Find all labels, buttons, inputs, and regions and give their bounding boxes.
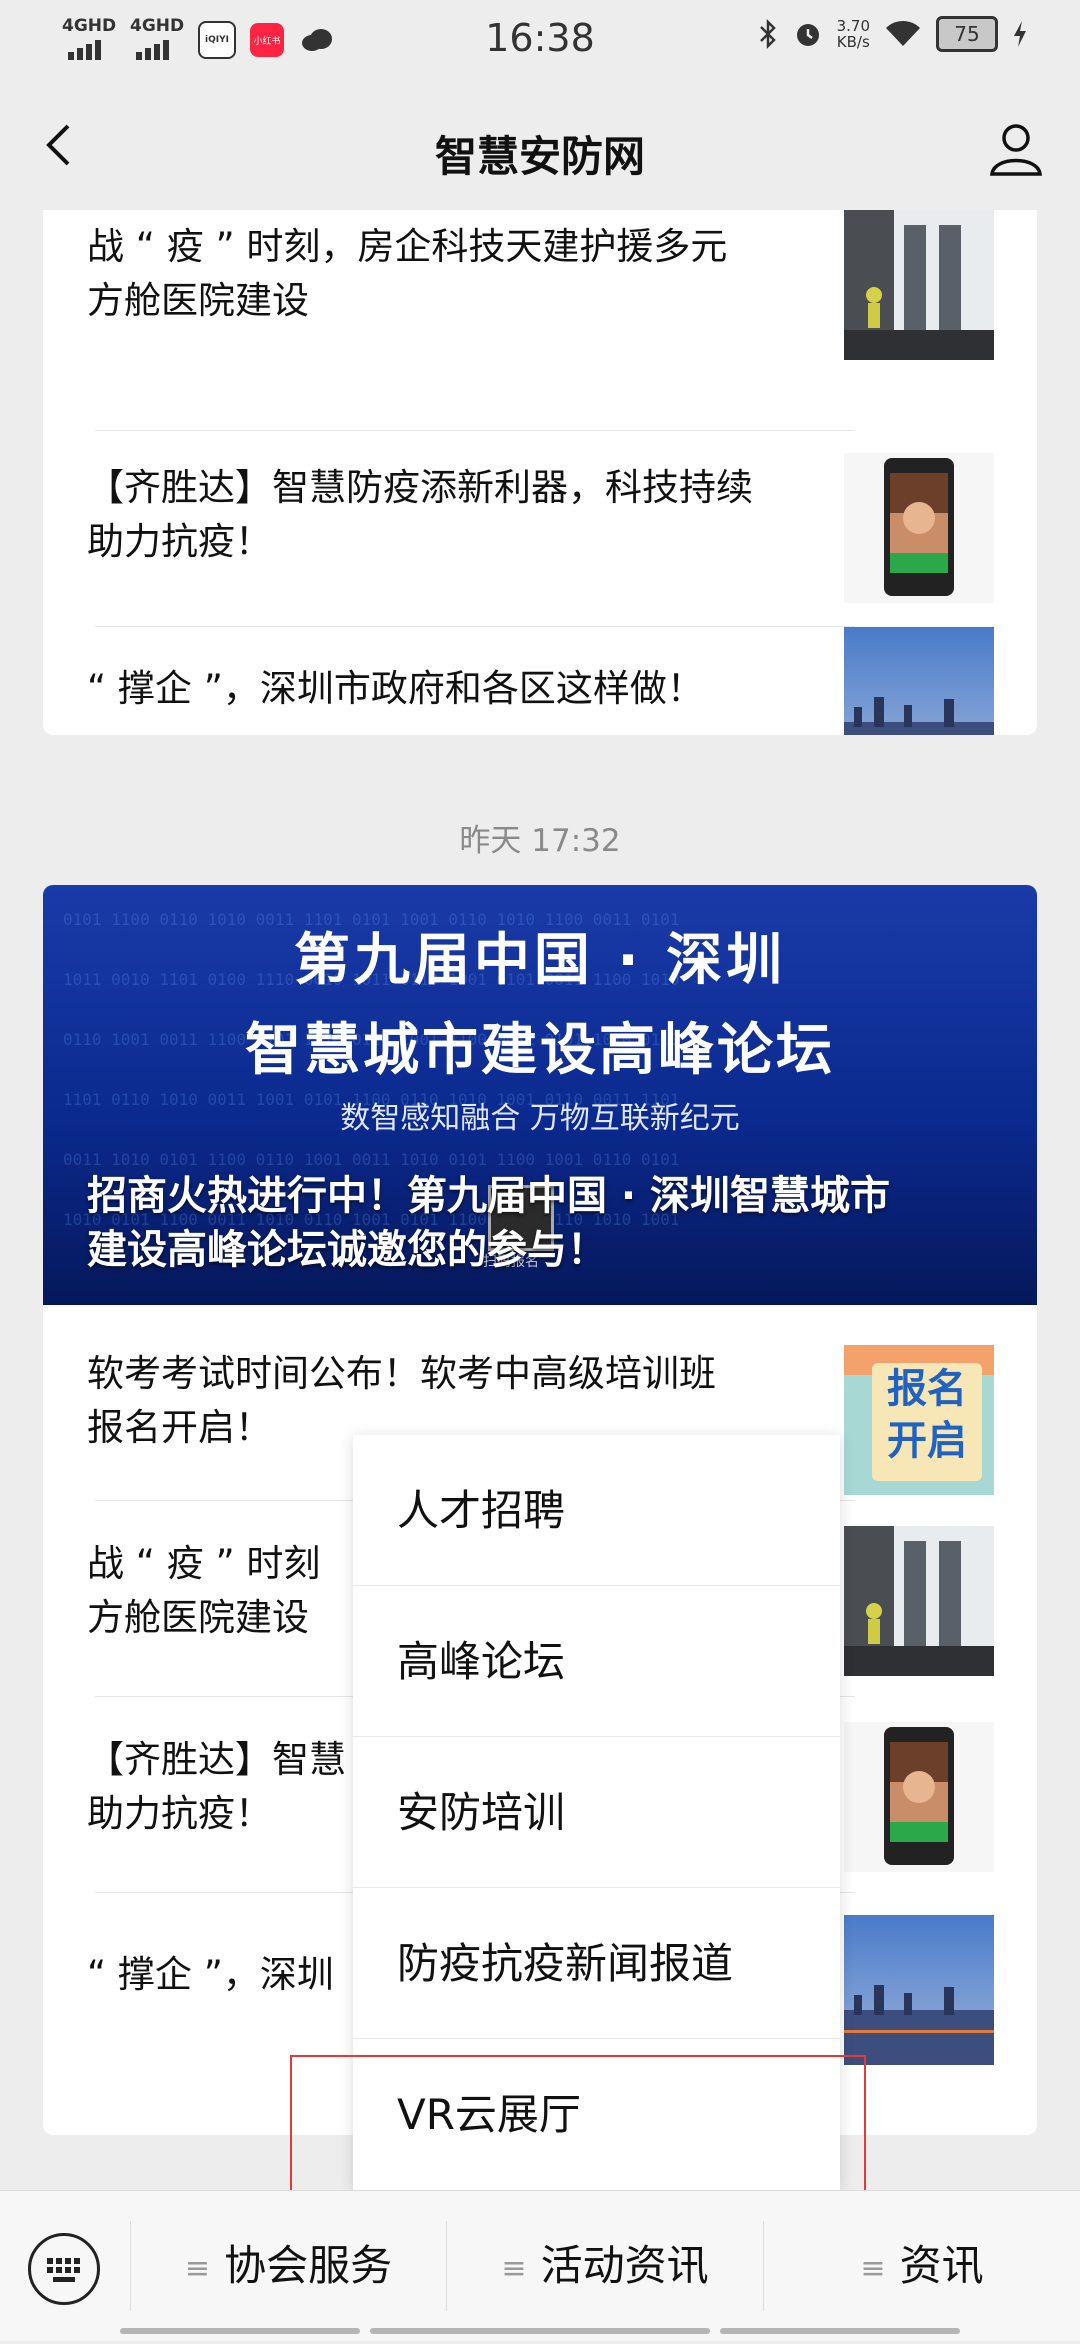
svg-text:0011 1010 0101 1100 0110 1001: 0011 1010 0101 1100 0110 1001 0011 1010 … (63, 1150, 680, 1169)
user-profile-icon[interactable] (986, 118, 1046, 178)
hospital-thumb (844, 1526, 994, 1676)
keyboard-toggle-icon[interactable] (28, 2233, 100, 2305)
hospital-thumb (844, 210, 994, 360)
registration-open-thumb: 报名 开启 (844, 1345, 994, 1495)
status-bar: 4GHD 4GHD iQIYI 小红书 16:38 3.70 KB/s 75 (0, 0, 1080, 80)
cover-article-title: 招商火热进行中！第九届中国 · 深圳智慧城市 建设高峰论坛诚邀您的参与！ (87, 1173, 891, 1273)
article-item[interactable]: 【齐胜达】智慧防疫添新利器，科技持续 助力抗疫！ (43, 431, 1037, 626)
gesture-bar (370, 2328, 710, 2334)
menu-item-summit-forum[interactable]: 高峰论坛 (353, 1586, 840, 1737)
menu-lines-icon: ≡ (860, 2250, 886, 2286)
nav-bar: 智慧安防网 (0, 80, 1080, 210)
menu-item-epidemic-news[interactable]: 防疫抗疫新闻报道 (353, 1888, 840, 2039)
tab-activity-news[interactable]: ≡ 活动资讯 (447, 2191, 763, 2341)
menu-item-security-training[interactable]: 安防培训 (353, 1737, 840, 1888)
highlight-box (290, 2055, 866, 2207)
gesture-bar (720, 2328, 960, 2334)
cover-headline-1: 第九届中国 · 深圳 (293, 928, 787, 993)
article-card: 战 “ 疫 ” 时刻，房企科技天建护援多元 方舱医院建设 【齐胜达】智慧防疫添新… (43, 210, 1037, 735)
charging-icon (1014, 21, 1026, 47)
message-timestamp: 昨天 17:32 (459, 823, 621, 859)
tab-news[interactable]: ≡ 资讯 (764, 2191, 1080, 2341)
wifi-icon (886, 20, 920, 46)
bluetooth-icon (759, 18, 776, 50)
article-title: 战 “ 疫 ” 时刻，房企科技天建护援多元 方舱医院建设 (87, 225, 728, 322)
face-terminal-thumb (844, 1722, 994, 1872)
article-title: 【齐胜达】智慧防疫添新利器，科技持续 助力抗疫！ (87, 466, 753, 563)
menu-lines-icon: ≡ (184, 2250, 211, 2286)
cover-banner[interactable]: 0101 1100 0110 1010 0011 1101 0101 1001 … (43, 885, 1037, 1305)
cover-headline-2: 智慧城市建设高峰论坛 (245, 1018, 835, 1083)
article-title: “ 撑企 ”，深圳市政府和各区这样做！ (87, 667, 704, 710)
cover-slogan: 数智感知融合 万物互联新纪元 (340, 1101, 740, 1136)
alarm-icon (796, 24, 819, 46)
city-skyline-thumb (844, 1915, 994, 2065)
gesture-bar (120, 2328, 360, 2334)
page-title: 智慧安防网 (434, 132, 645, 181)
bottom-menu-bar: ≡ 协会服务 ≡ 活动资讯 ≡ 资讯 (0, 2190, 1080, 2341)
menu-lines-icon: ≡ (501, 2250, 527, 2286)
article-item[interactable]: “ 撑企 ”，深圳市政府和各区这样做！ (43, 627, 1037, 735)
city-skyline-thumb (844, 627, 994, 735)
article-item[interactable]: 战 “ 疫 ” 时刻，房企科技天建护援多元 方舱医院建设 (43, 210, 1037, 430)
face-terminal-thumb (844, 453, 994, 603)
net-speed: 3.70 KB/s (836, 17, 870, 51)
menu-item-talent-recruitment[interactable]: 人才招聘 (353, 1435, 840, 1586)
tab-association-services[interactable]: ≡ 协会服务 (131, 2191, 446, 2341)
battery-indicator: 75 (936, 16, 998, 52)
